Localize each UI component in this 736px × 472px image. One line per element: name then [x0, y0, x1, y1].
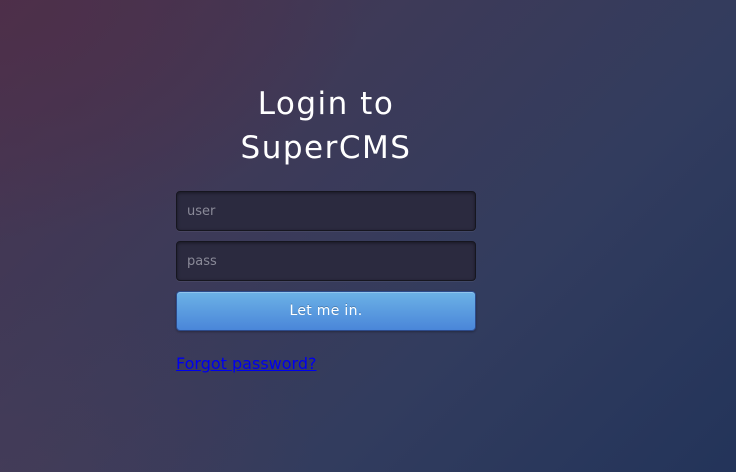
password-input[interactable] [176, 241, 476, 281]
page-title: Login to SuperCMS [176, 80, 476, 170]
login-button[interactable]: Let me in. [176, 291, 476, 331]
login-panel: Login to SuperCMS Let me in. Forgot pass… [176, 80, 476, 373]
title-line-2: SuperCMS [240, 130, 412, 166]
username-input[interactable] [176, 191, 476, 231]
forgot-password-link[interactable]: Forgot password? [176, 354, 316, 373]
login-form: Let me in. [176, 191, 476, 331]
title-line-1: Login to [257, 86, 395, 122]
